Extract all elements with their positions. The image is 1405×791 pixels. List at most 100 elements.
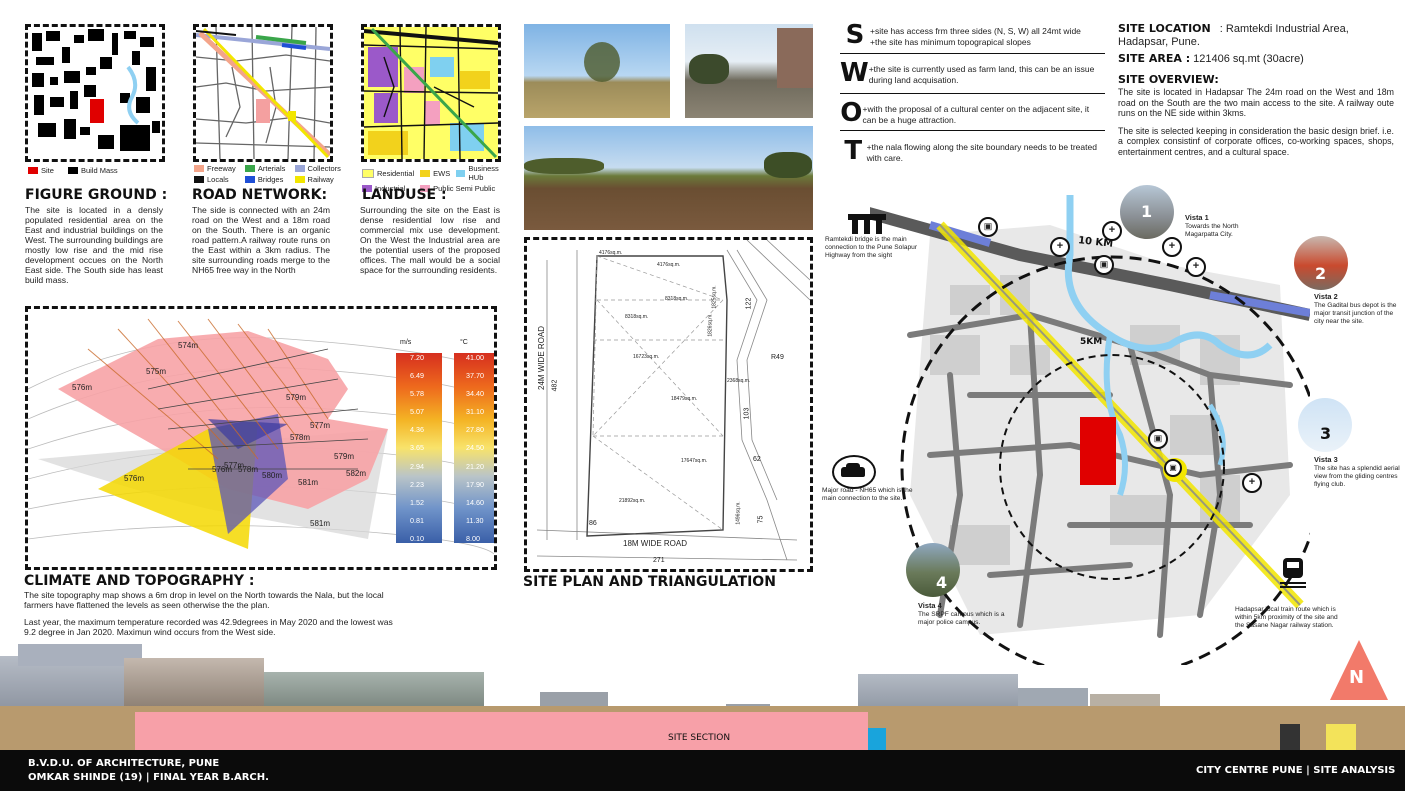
swot-letter-s: S <box>845 20 865 50</box>
site-plan-map: 24M WIDE ROAD 18M WIDE ROAD 4176sq.m. 41… <box>524 237 813 572</box>
temp-scale-label: 34.40 <box>466 389 484 399</box>
road-note: Major road - NH65 which is the main conn… <box>822 487 913 502</box>
wind-scale-label: 0.10 <box>410 533 424 543</box>
temp-scale-label: 24.50 <box>466 443 484 453</box>
figure-ground-drawing <box>32 29 160 151</box>
footer-bar: B.V.D.U. OF ARCHITECTURE, PUNE OMKAR SHI… <box>0 750 1405 791</box>
plan-area: 21892sq.m. <box>619 498 646 504</box>
contour-label: 582m <box>346 469 367 478</box>
bus-marker-icon: ▣ <box>1094 255 1114 275</box>
contour-label: 577m <box>310 421 331 430</box>
plan-area: 16723sq.m. <box>633 354 660 360</box>
section-buildings-mid <box>540 692 608 706</box>
climate-topography-map: 574m 575m 576m 576m 577m 578m 579m 580m … <box>25 306 497 570</box>
site-photo-2 <box>685 24 813 118</box>
swot-text-s: +site has access frm three sides (N, S, … <box>870 26 1081 47</box>
swot-row-o: O +with the proposal of a cultural cente… <box>840 98 1105 131</box>
bus-marker-icon: ▣ <box>978 217 998 237</box>
contour-label: 574m <box>178 341 199 350</box>
vista-4-photo: 4 <box>906 543 960 597</box>
temp-scale-label: 14.60 <box>466 497 484 507</box>
section-buildings-left <box>124 658 264 706</box>
section-nala <box>868 728 886 750</box>
wind-scale-label: 2.23 <box>410 479 424 489</box>
contour-label: 581m <box>298 478 319 487</box>
legend-item: EWS <box>420 164 450 182</box>
road-network-drawing <box>196 27 330 159</box>
plan-dimension: 75 <box>757 515 765 524</box>
wind-scale-label: 5.78 <box>410 389 424 399</box>
figure-ground-title: FIGURE GROUND : <box>25 187 168 203</box>
plan-area: 1496sq.m. <box>735 501 742 525</box>
landuse-title: LANDUSE : <box>362 187 447 203</box>
bus-marker-icon: ▣ <box>1148 429 1168 449</box>
hospital-marker-icon: + <box>1242 473 1262 493</box>
car-icon <box>832 455 876 489</box>
road-network-title: ROAD NETWORK: <box>192 187 328 203</box>
plan-area: 1826sq.m. <box>707 313 714 337</box>
section-site-band <box>135 712 868 750</box>
vista-1-number: 1 <box>1141 202 1153 221</box>
wind-scale: 7.20 6.49 5.78 5.07 4.36 3.65 2.94 2.23 … <box>396 353 442 543</box>
vista-1-caption: Vista 1 Towards the North Magarpatta City… <box>1185 213 1239 239</box>
contour-label: 578m <box>238 465 259 474</box>
contour-label: 579m <box>334 452 355 461</box>
contour-label: 576m <box>124 474 145 483</box>
road-network-map <box>193 24 333 162</box>
figure-ground-map <box>25 24 165 162</box>
swot-letter-w: W <box>840 58 869 88</box>
plan-area: 8318sq.m. <box>625 314 649 320</box>
wind-scale-label: 5.07 <box>410 407 424 417</box>
swot-text-t: +the nala flowing along the site boundar… <box>866 142 1097 163</box>
plan-dimension: R49 <box>771 354 784 361</box>
contour-label: 575m <box>146 367 167 376</box>
vista-4-number: 4 <box>936 573 948 592</box>
site-overview-title: SITE OVERVIEW: <box>1118 73 1219 86</box>
hospital-marker-icon: + <box>1050 237 1070 257</box>
plan-area: 4176sq.m. <box>599 250 623 256</box>
legend-item: Bridges <box>244 175 289 184</box>
swot-text-o: +with the proposal of a cultural center … <box>862 104 1090 125</box>
temp-scale-label: 11.30 <box>466 515 484 525</box>
road-label-west: 24M WIDE ROAD <box>537 325 546 390</box>
swot-row-w: W +the site is currently used as farm la… <box>840 58 1105 94</box>
figure-ground-legend: Site Build Mass <box>28 166 118 175</box>
wind-scale-label: 7.20 <box>410 353 424 362</box>
road-network-legend: Freeway Arterials Collectors Locals Brid… <box>194 164 344 184</box>
train-station-marker-icon: ▣ <box>1164 459 1182 477</box>
temp-scale-label: 31.10 <box>466 407 484 417</box>
temp-scale-label: 27.80 <box>466 425 484 435</box>
temp-scale: 41.00 37.70 34.40 31.10 27.80 24.50 21.2… <box>454 353 494 543</box>
site-area: SITE AREA : 121406 sq.mt (30acre) <box>1118 52 1304 65</box>
plan-area: 4176sq.m. <box>657 262 681 268</box>
swot-letter-t: T <box>844 136 863 166</box>
vista-2-caption: Vista 2 The Gadital bus depot is the majo… <box>1314 292 1397 326</box>
site-overview-p1: The site is located in Hadapsar The 24m … <box>1118 87 1394 118</box>
climate-text-2: Last year, the maximum temperature recor… <box>24 617 393 637</box>
bridge-note: Ramtekdi bridge is the main connection t… <box>825 236 918 259</box>
landuse-map <box>361 24 501 162</box>
plan-area: 18479sq.m. <box>671 396 698 402</box>
wind-scale-label: 6.49 <box>410 371 424 381</box>
bridge-icon <box>848 214 886 234</box>
site-photo-3 <box>524 126 813 230</box>
legend-item: Railway <box>294 175 344 184</box>
contour-label: 578m <box>290 433 311 442</box>
temp-scale-label: 17.90 <box>466 479 484 489</box>
legend-item: Site <box>28 166 54 175</box>
train-note: Hadapsar local train route which is with… <box>1235 606 1338 629</box>
swot-row-t: T +the nala flowing along the site bound… <box>840 136 1105 170</box>
section-label: SITE SECTION <box>668 733 731 743</box>
train-icon <box>1280 558 1306 588</box>
site-overview-p2: The site is selected keeping in consider… <box>1118 125 1394 157</box>
wind-unit: m/s <box>400 339 412 346</box>
contour-label: 581m <box>310 519 331 528</box>
contour-label: 579m <box>286 393 307 402</box>
road-network-text: The side is connected with an 24m road o… <box>192 205 330 275</box>
plan-area: 2368sq.m. <box>727 378 751 384</box>
plan-area: 1825sq.m. <box>711 285 718 309</box>
vista-1-photo: 1 <box>1120 185 1174 239</box>
site-plan-drawing <box>536 240 810 561</box>
legend-item: Residential <box>362 164 414 182</box>
radius-5km-label: 5KM <box>1080 337 1103 347</box>
